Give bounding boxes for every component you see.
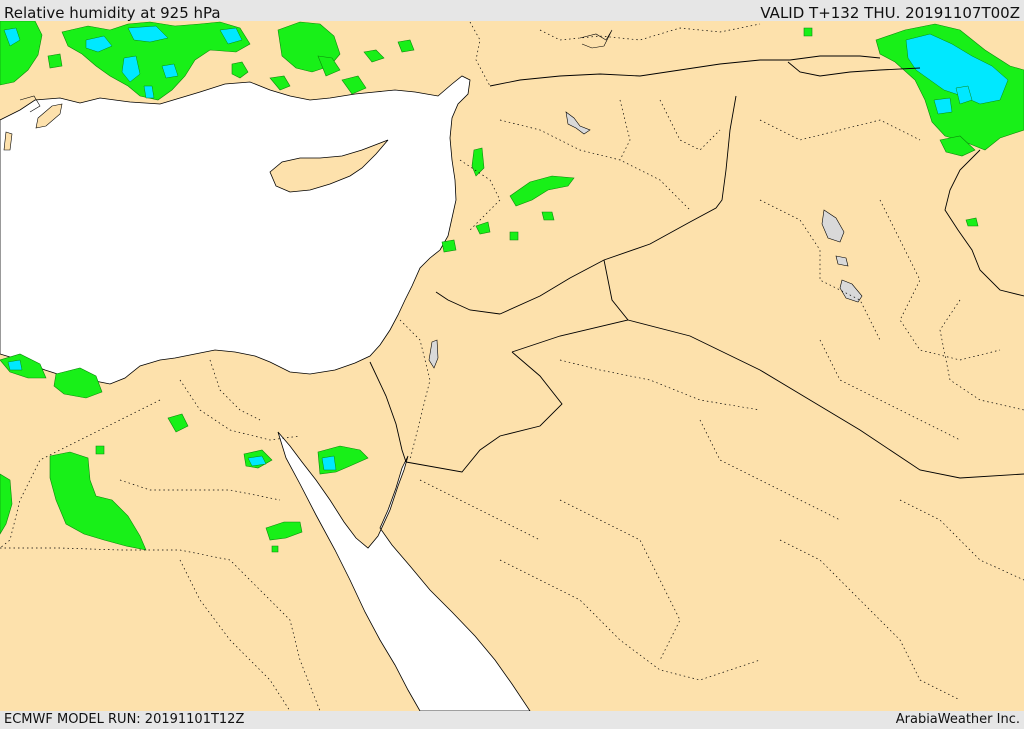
- credit-text: ArabiaWeather Inc.: [895, 712, 1020, 727]
- map-title: Relative humidity at 925 hPa: [4, 4, 221, 22]
- map-footer: ECMWF MODEL RUN: 20191101T12Z ArabiaWeat…: [0, 711, 1024, 729]
- weather-map: [0, 21, 1024, 711]
- model-run: ECMWF MODEL RUN: 20191101T12Z: [4, 712, 245, 727]
- map-header: Relative humidity at 925 hPa VALID T+132…: [0, 0, 1024, 22]
- valid-time: VALID T+132 THU. 20191107T00Z: [760, 4, 1020, 22]
